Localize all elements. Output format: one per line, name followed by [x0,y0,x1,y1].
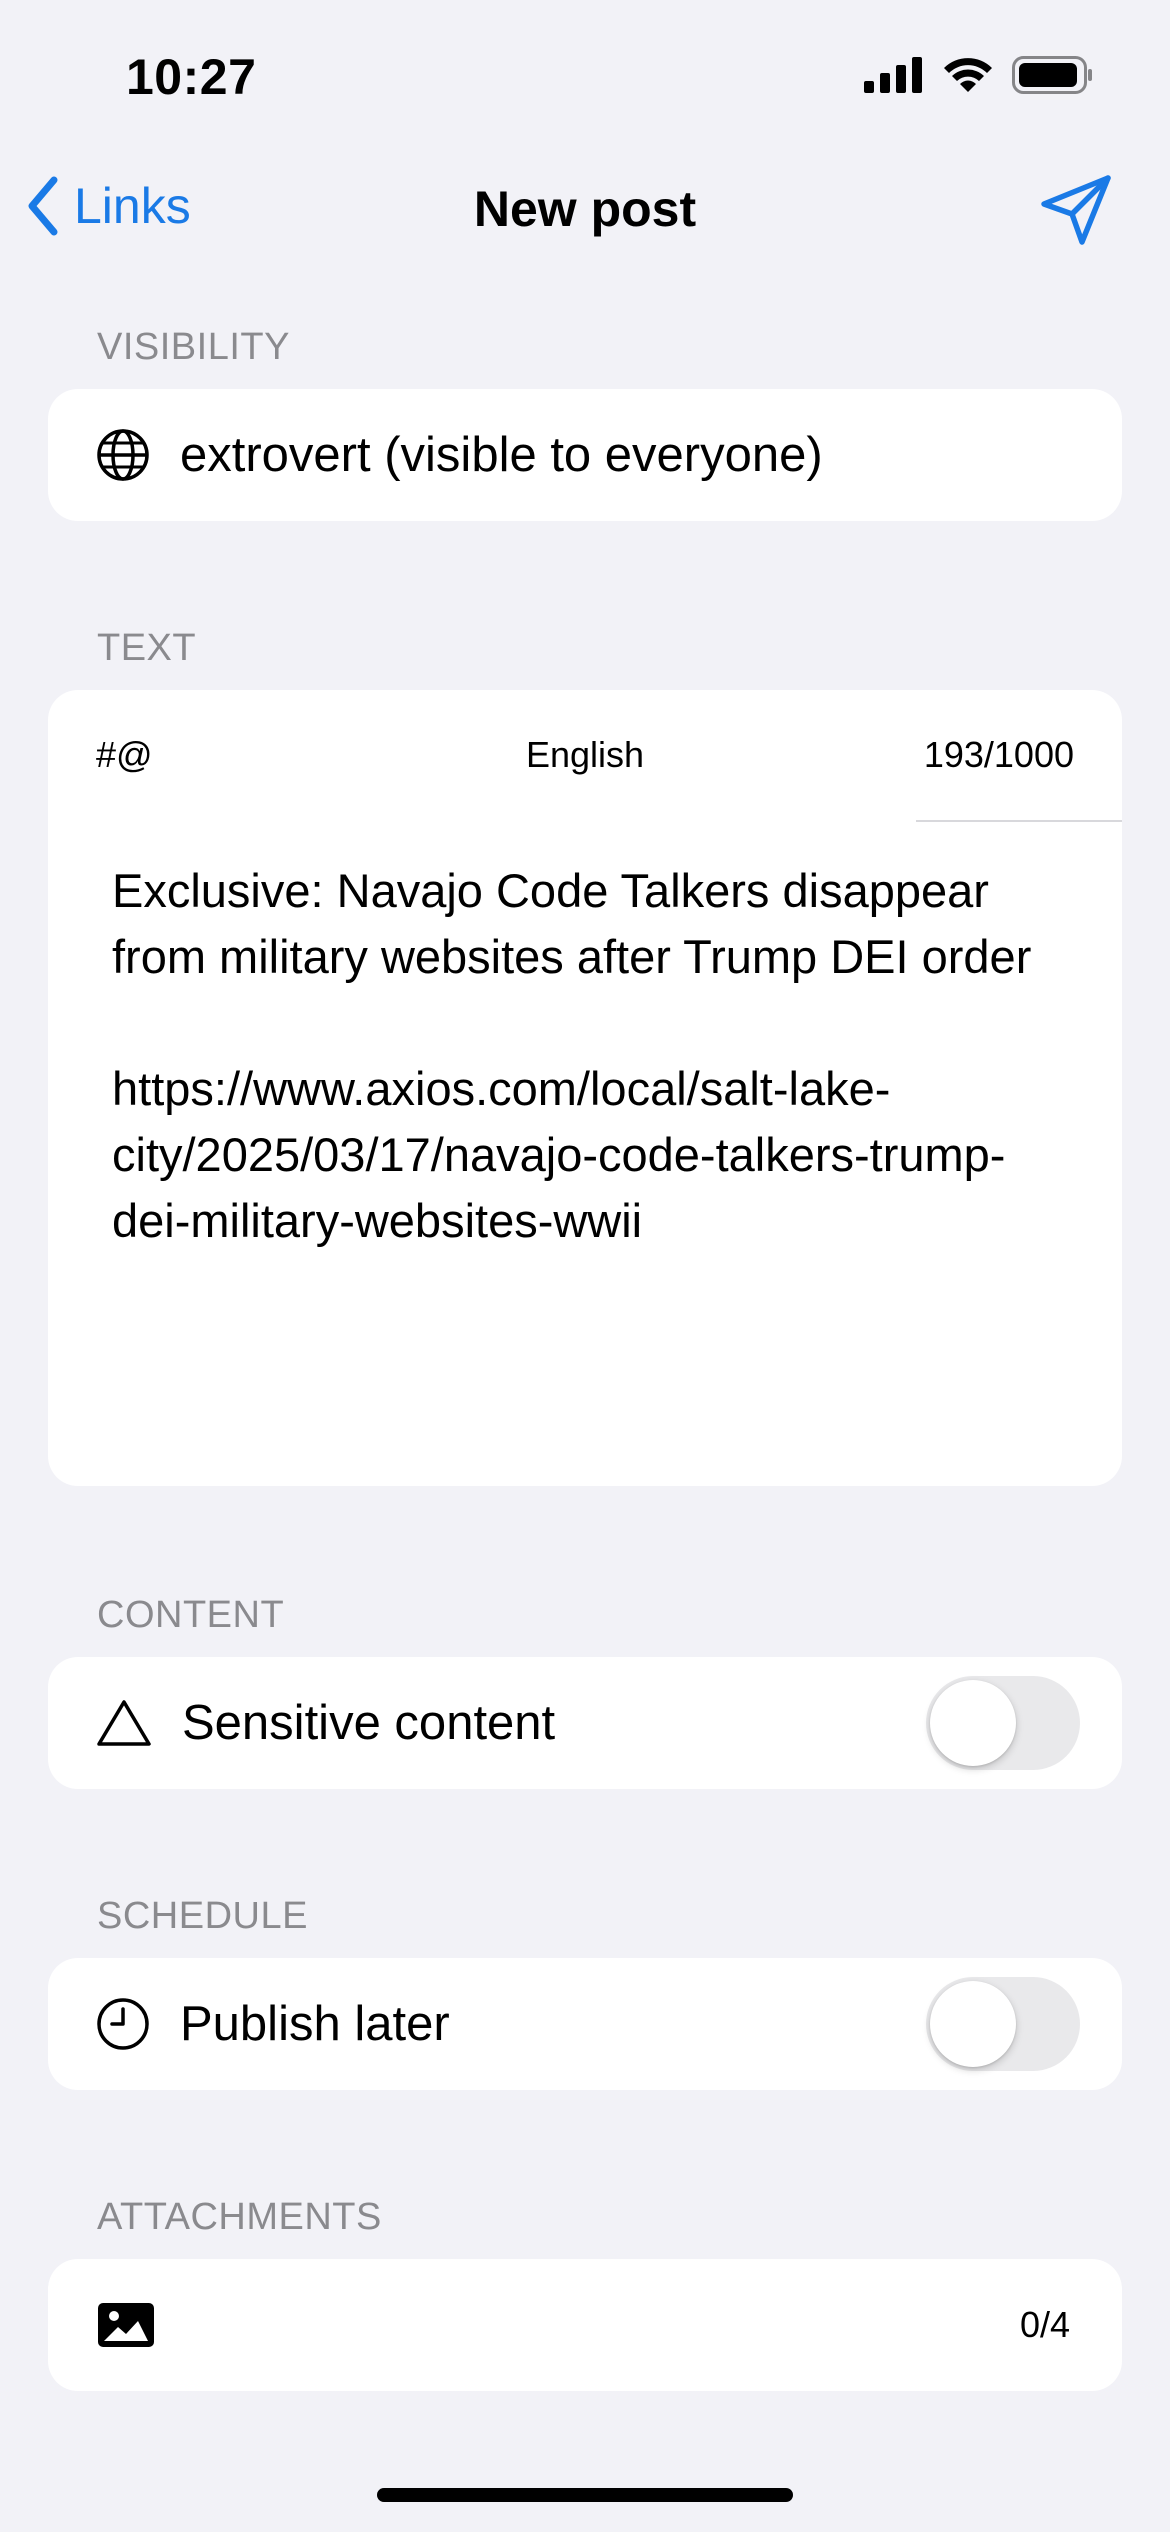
text-card: #@ English 193/1000 Exclusive: Navajo Co… [48,690,1122,1486]
visibility-section-label: VISIBILITY [97,326,290,368]
post-text-editor[interactable]: Exclusive: Navajo Code Talkers disappear… [112,858,1062,1254]
status-time: 10:27 [126,49,257,105]
character-count: 193/1000 [923,734,1074,775]
navigation-bar: Links New post [0,160,1170,270]
publish-later-label: Publish later [180,1997,450,2051]
image-icon[interactable] [96,2301,156,2349]
visibility-row[interactable]: extrovert (visible to everyone) [48,389,1122,521]
send-button[interactable] [1038,172,1114,253]
send-icon [1041,175,1111,245]
sensitive-content-toggle[interactable] [926,1676,1080,1770]
status-icons [864,56,1094,94]
toolbar-divider [916,820,1122,822]
wifi-icon [944,58,992,92]
publish-later-row: Publish later [48,1958,1122,2090]
warning-triangle-icon [97,1700,151,1746]
sensitive-content-row: Sensitive content [48,1657,1122,1789]
text-toolbar: #@ English 193/1000 [48,690,1122,822]
text-section-label: TEXT [97,627,197,669]
content-section-label: CONTENT [97,1594,285,1636]
cellular-signal-icon [864,57,922,93]
page-title: New post [473,181,697,237]
attachments-row: 0/4 [48,2259,1122,2391]
toggle-knob [930,1680,1016,1766]
toggle-knob [930,1981,1016,2067]
globe-icon [97,429,149,481]
clock-icon [97,1998,149,2050]
schedule-section-label: SCHEDULE [97,1895,308,1937]
attachments-section-label: ATTACHMENTS [97,2196,382,2238]
attachment-count: 0/4 [1019,2304,1070,2345]
battery-icon [1012,56,1092,94]
visibility-value: extrovert (visible to everyone) [180,428,823,482]
publish-later-toggle[interactable] [926,1977,1080,2071]
status-bar: 10:27 [0,0,1170,150]
home-indicator [377,2488,793,2502]
sensitive-content-label: Sensitive content [182,1696,556,1750]
